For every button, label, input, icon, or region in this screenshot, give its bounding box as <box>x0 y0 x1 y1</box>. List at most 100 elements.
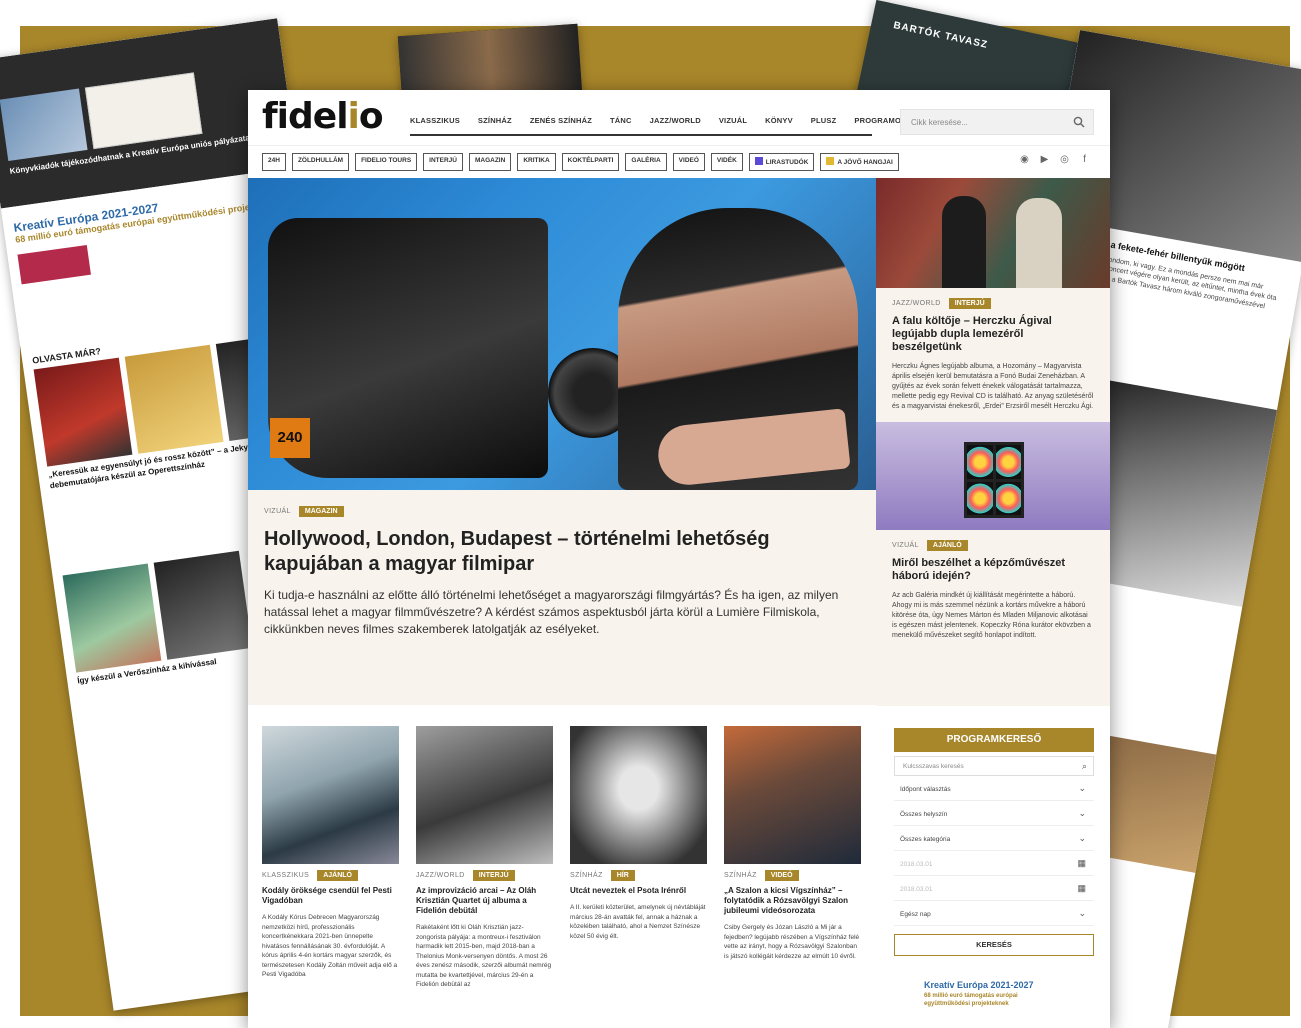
article-title-1[interactable]: Kodály öröksége csendül fel Pesti Vigadó… <box>262 886 399 906</box>
side-image-1[interactable] <box>876 178 1110 288</box>
ad-subtitle: 68 millió euró támogatás európai együttm… <box>924 993 1018 1007</box>
article-tag-3[interactable]: HÍR <box>610 870 635 881</box>
search-icon[interactable]: ⌕ <box>1082 761 1087 772</box>
article-tag-2[interactable]: INTERJÚ <box>472 870 515 881</box>
side-image-2[interactable] <box>876 422 1110 530</box>
ad-title: Kreatív Európa 2021-2027 <box>924 980 1034 990</box>
article-category-2[interactable]: JAZZ/WORLD <box>416 872 465 879</box>
site-header: fidelio KLASSZIKUS SZÍNHÁZ ZENÉS SZÍNHÁZ… <box>248 90 1110 146</box>
nav-item-vizual[interactable]: VIZUÁL <box>719 116 747 125</box>
article-text-4: Csiby Gergely és Józan László a Mi jár a… <box>724 924 860 960</box>
date-to-field[interactable]: 2018.03.01 ▦ <box>894 879 1094 901</box>
creative-europe-ad[interactable]: Kreatív Európa 2021-2027 68 millió euró … <box>924 980 1064 1008</box>
chip-kokteilparti[interactable]: KOKTÉLPARTI <box>561 153 620 171</box>
article-card: SZÍNHÁZ VIDEÓ „A Szalon a kicsi Vígszính… <box>724 726 861 990</box>
hero-tag[interactable]: MAGAZIN <box>298 506 344 517</box>
calendar-icon[interactable]: ▦ <box>1077 858 1086 869</box>
fidelio-logo[interactable]: fidelio <box>262 96 384 137</box>
side-category-2[interactable]: VIZUÁL <box>892 542 919 549</box>
chevron-down-icon: ⌄ <box>1078 833 1086 843</box>
article-image-4[interactable] <box>724 726 861 864</box>
side-tag-2[interactable]: AJÁNLÓ <box>926 540 968 551</box>
hero-tags: VIZUÁL MAGAZIN <box>264 506 860 517</box>
left-img-1 <box>33 357 133 467</box>
microphone-icon <box>754 157 763 165</box>
side-title-1[interactable]: A falu költője – Herczku Ágival legújabb… <box>892 315 1094 354</box>
nav-item-szinhaz[interactable]: SZÍNHÁZ <box>478 116 512 125</box>
article-text-1: A Kodály Kórus Debrecen Magyarország nem… <box>262 914 398 978</box>
chip-fidelio-tours[interactable]: FIDELIO TOURS <box>355 153 418 171</box>
youtube-icon[interactable]: ▶ <box>1039 154 1050 165</box>
screenshot-stage: BARTÓK TAVASZ Könyvkiadók tájékozódhatna… <box>0 0 1301 1028</box>
hero-category[interactable]: VIZUÁL <box>264 508 291 515</box>
keyword-placeholder: Kulcsszavas keresés <box>903 763 964 770</box>
nav-item-tanc[interactable]: TÁNC <box>610 116 632 125</box>
date-select[interactable]: Időpont választás ⌄ <box>894 779 1094 801</box>
nav-item-klasszikus[interactable]: KLASSZIKUS <box>410 116 460 125</box>
article-image-1[interactable] <box>262 726 399 864</box>
article-title-2[interactable]: Az improvizáció arcai – Az Oláh Krisztiá… <box>416 886 553 916</box>
article-card: JAZZ/WORLD INTERJÚ Az improvizáció arcai… <box>416 726 553 990</box>
chip-lirastudok[interactable]: LIRASTUDÓK <box>748 153 815 171</box>
side-text-2: Az acb Galéria mindkét új kiállítását me… <box>892 592 1091 639</box>
fan-installation <box>964 442 1024 518</box>
sub-nav: 24H ZÖLDHULLÁM FIDELIO TOURS INTERJÚ MAG… <box>248 146 1110 176</box>
keyword-input[interactable]: Kulcsszavas keresés ⌕ <box>894 756 1094 776</box>
search-input[interactable]: Cikk keresése... <box>900 109 1094 135</box>
nav-item-jazz-world[interactable]: JAZZ/WORLD <box>650 116 701 125</box>
chip-interju[interactable]: INTERJÚ <box>423 153 463 171</box>
left-img-2 <box>124 344 224 454</box>
venue-select[interactable]: Összes helyszín ⌄ <box>894 804 1094 826</box>
day-select[interactable]: Egész nap ⌄ <box>894 904 1094 926</box>
calendar-icon[interactable]: ▦ <box>1077 883 1086 894</box>
date-to-value: 2018.03.01 <box>900 886 933 893</box>
hero-image[interactable]: 240 <box>248 178 876 490</box>
search-icon[interactable] <box>1073 116 1085 128</box>
hero-article: VIZUÁL MAGAZIN Hollywood, London, Budape… <box>248 490 876 705</box>
date-from-field[interactable]: 2018.03.01 ▦ <box>894 854 1094 876</box>
article-title-3[interactable]: Utcát neveztek el Psota Irénről <box>570 886 707 896</box>
article-category-1[interactable]: KLASSZIKUS <box>262 872 309 879</box>
hero-title[interactable]: Hollywood, London, Budapest – történelmi… <box>264 527 860 577</box>
chevron-down-icon: ⌄ <box>1078 908 1086 918</box>
chip-videk[interactable]: VIDÉK <box>710 153 743 171</box>
nav-item-konyv[interactable]: KÖNYV <box>765 116 793 125</box>
article-text-2: Rakétaként lőtt ki Oláh Krisztián jazz-z… <box>416 924 552 988</box>
article-card: SZÍNHÁZ HÍR Utcát neveztek el Psota Irén… <box>570 726 707 990</box>
article-text-3: A II. kerületi közterület, amelynek új n… <box>570 904 706 940</box>
article-title-4[interactable]: „A Szalon a kicsi Vígszínház” – folytató… <box>724 886 861 916</box>
side-column: JAZZ/WORLD INTERJÚ A falu költője – Herc… <box>876 178 1110 706</box>
music-note-icon <box>826 157 835 165</box>
article-tag-4[interactable]: VIDEÓ <box>764 870 799 881</box>
nav-item-zenes-szinhaz[interactable]: ZENÉS SZÍNHÁZ <box>530 116 592 125</box>
rss-icon[interactable]: ◉ <box>1019 154 1030 165</box>
search-button[interactable]: KERESÉS <box>894 934 1094 956</box>
chip-magazin[interactable]: MAGAZIN <box>468 153 512 171</box>
chip-zoldhullam[interactable]: ZÖLDHULLÁM <box>291 153 350 171</box>
category-select[interactable]: Összes kategória ⌄ <box>894 829 1094 851</box>
facebook-icon[interactable]: f <box>1079 154 1090 165</box>
article-category-3[interactable]: SZÍNHÁZ <box>570 872 603 879</box>
chip-24h[interactable]: 24H <box>262 153 286 171</box>
chip-kritika[interactable]: KRITIKA <box>517 153 556 171</box>
article-tag-1[interactable]: AJÁNLÓ <box>317 870 358 881</box>
chip-galeria[interactable]: GALÉRIA <box>625 153 667 171</box>
chip-jovo-hangjai[interactable]: A JÖVŐ HANGJAI <box>820 153 899 171</box>
social-links: ◉ ▶ ◎ f <box>1019 154 1090 165</box>
article-tags-3: SZÍNHÁZ HÍR <box>570 870 707 881</box>
instagram-icon[interactable]: ◎ <box>1059 154 1070 165</box>
article-image-2[interactable] <box>416 726 553 864</box>
nav-item-programok[interactable]: PROGRAMOK <box>854 116 906 125</box>
side-tag-1[interactable]: INTERJÚ <box>948 298 991 309</box>
side-article-1: JAZZ/WORLD INTERJÚ A falu költője – Herc… <box>876 288 1110 422</box>
main-page: fidelio KLASSZIKUS SZÍNHÁZ ZENÉS SZÍNHÁZ… <box>248 90 1110 1028</box>
article-tags-1: KLASSZIKUS AJÁNLÓ <box>262 870 399 881</box>
article-image-3[interactable] <box>570 726 707 864</box>
nav-underline <box>410 134 872 136</box>
nav-item-plusz[interactable]: PLUSZ <box>811 116 837 125</box>
chip-video[interactable]: VIDEÓ <box>672 153 705 171</box>
article-category-4[interactable]: SZÍNHÁZ <box>724 872 757 879</box>
side-category-1[interactable]: JAZZ/WORLD <box>892 300 941 307</box>
chip-lirastudok-label: LIRASTUDÓK <box>765 159 809 166</box>
side-title-2[interactable]: Miről beszélhet a képzőművészet háború i… <box>892 557 1094 583</box>
